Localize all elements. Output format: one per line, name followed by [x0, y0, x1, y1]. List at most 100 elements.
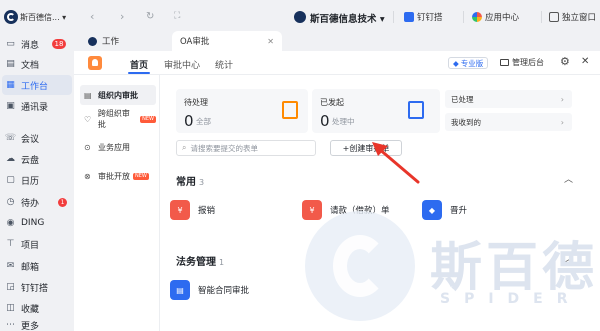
company-logo: [294, 11, 306, 23]
divider: [393, 11, 394, 23]
app-tab-statistics[interactable]: 统计: [215, 58, 233, 71]
forward-arrow-icon[interactable]: ›: [120, 11, 124, 22]
rail-item-workbench[interactable]: ▦ 工作台: [2, 75, 72, 95]
active-tab-indicator: [128, 72, 150, 74]
workbench-icon: ▦: [6, 80, 15, 90]
todo-badge: 1: [58, 198, 67, 207]
contract-icon: ▤: [170, 280, 190, 300]
search-icon: ⌕: [182, 143, 187, 152]
mail-icon: ✉: [6, 261, 15, 271]
form-search-input[interactable]: ⌕ 请搜索要提交的表单: [176, 140, 316, 156]
rail-item-docs[interactable]: ▤ 文档: [0, 54, 74, 74]
rail-item-cloud[interactable]: ☁ 云盘: [0, 149, 74, 169]
cloud-icon: ☁: [6, 154, 15, 164]
diamond-icon: ◆: [453, 58, 459, 68]
pending-count: 0: [184, 112, 194, 130]
divider: [463, 11, 464, 23]
company-title[interactable]: 斯百德信息技术 ▾: [310, 11, 385, 25]
dingda-icon: ◲: [6, 282, 15, 292]
favorite-icon: ◫: [6, 303, 15, 313]
document-icon: ▤: [84, 90, 92, 100]
pending-clock-icon: [282, 101, 298, 119]
org-name[interactable]: 斯百德信... ▾: [20, 12, 66, 23]
rail-item-favorite[interactable]: ◫ 收藏: [0, 298, 74, 318]
back-arrow-icon[interactable]: ‹: [90, 11, 94, 22]
processed-link[interactable]: 已处理 ›: [445, 90, 572, 108]
unread-badge: 18: [52, 39, 66, 49]
fullscreen-icon[interactable]: ⛶: [174, 11, 180, 22]
law-section-title: 法务管理 1: [176, 257, 225, 268]
monitor-icon: [500, 59, 509, 66]
window-button[interactable]: 独立窗口: [549, 11, 596, 23]
pending-card[interactable]: 待处理 0 全部: [176, 89, 308, 133]
common-section-title: 常用 3: [176, 177, 205, 188]
rail-item-project[interactable]: ⊤ 项目: [0, 234, 74, 254]
oa-approval-app: 首页 审批中心 统计 ◆ 专业版 管理后台 ⚙ ✕ ▤ 组织内审批 ♡ 跨组织审批 N…: [74, 51, 600, 331]
rail-item-meeting[interactable]: ☏ 会议: [0, 128, 74, 148]
initiated-sub: 处理中: [332, 117, 355, 126]
promotion-icon: ◆: [422, 200, 442, 220]
side-item-approval-open[interactable]: ⊗ 审批开放 NEW: [80, 166, 156, 186]
initiated-card[interactable]: 已发起 0 处理中: [312, 89, 440, 133]
tab-work[interactable]: 工作: [88, 31, 119, 51]
collapse-icon[interactable]: ︿: [564, 252, 573, 265]
org-logo[interactable]: [4, 10, 18, 24]
initiated-label: 已发起: [320, 98, 344, 107]
new-tag: NEW: [133, 172, 149, 180]
side-item-internal-approval[interactable]: ▤ 组织内审批: [80, 85, 156, 105]
approval-sidebar: ▤ 组织内审批 ♡ 跨组织审批 NEW ⊙ 业务应用 ⊗ 审批开放 NEW: [74, 75, 160, 331]
more-icon: ⋯: [6, 320, 15, 330]
new-tag: NEW: [140, 115, 156, 123]
left-rail: ▭ 消息 18 ▤ 文档 ▦ 工作台 ▣ 通讯录 ☏ 会议 ☁ 云盘 ▢ 日历 ◷ 待办 1 ◉…: [0, 34, 74, 331]
chevron-right-icon: ›: [560, 117, 564, 127]
pending-label: 待处理: [184, 98, 208, 107]
initiated-edit-icon: [408, 101, 424, 119]
title-bar: 斯百德信... ▾ ‹ › ↻ ⛶ 斯百德信息技术 ▾ 钉钉搭 应用中心 独立窗…: [0, 0, 600, 34]
app-tab-approval-center[interactable]: 审批中心: [164, 58, 200, 71]
approval-main: 待处理 0 全部 已发起 0 处理中 已处理 › 我收到的 › ⌕ 请搜索要提交的表…: [160, 75, 600, 331]
rail-item-messages[interactable]: ▭ 消息 18: [0, 34, 74, 54]
wallet-icon: ¥: [170, 200, 190, 220]
rail-item-calendar[interactable]: ▢ 日历: [0, 170, 74, 190]
gear-icon[interactable]: ⚙: [560, 55, 570, 68]
refresh-icon[interactable]: ↻: [146, 11, 154, 22]
project-icon: ⊤: [6, 239, 15, 249]
pro-edition-badge[interactable]: ◆ 专业版: [448, 57, 489, 69]
close-icon[interactable]: ✕: [581, 56, 589, 67]
todo-icon: ◷: [6, 197, 15, 207]
app-tile-promotion[interactable]: ◆ 晋升: [422, 200, 467, 220]
app-center-button[interactable]: 应用中心: [472, 11, 519, 23]
app-tile-smart-contract[interactable]: ▤ 智能合同审批: [170, 280, 249, 300]
annotation-arrow: [372, 142, 420, 184]
ding-icon: ◉: [6, 218, 15, 228]
approval-app-icon: [88, 56, 102, 70]
dingda-icon: [404, 12, 414, 22]
initiated-count: 0: [320, 112, 330, 130]
app-tab-home[interactable]: 首页: [130, 58, 148, 71]
heart-icon: ♡: [84, 114, 92, 124]
side-item-cross-org-approval[interactable]: ♡ 跨组织审批 NEW: [80, 109, 156, 129]
doc-icon: ▤: [6, 59, 15, 69]
app-center-icon: [472, 12, 482, 22]
rail-item-dingda[interactable]: ◲ 钉钉搭: [0, 277, 74, 297]
collapse-icon[interactable]: ︿: [564, 172, 573, 185]
received-link[interactable]: 我收到的 ›: [445, 113, 572, 131]
app-tile-reimbursement[interactable]: ¥ 报销: [170, 200, 215, 220]
rail-item-todo[interactable]: ◷ 待办 1: [0, 192, 74, 212]
admin-console-button[interactable]: 管理后台: [500, 57, 544, 68]
rail-item-contacts[interactable]: ▣ 通讯录: [0, 96, 74, 116]
meeting-icon: ☏: [4, 133, 17, 143]
message-icon: ▭: [6, 39, 15, 49]
close-tab-icon[interactable]: ✕: [267, 37, 274, 46]
rail-item-mail[interactable]: ✉ 邮箱: [0, 256, 74, 276]
apps-icon: ⊙: [84, 142, 91, 152]
calendar-icon: ▢: [6, 175, 15, 185]
tab-oa-approval[interactable]: OA审批 ✕: [172, 31, 282, 51]
tab-strip: 工作 OA审批 ✕: [74, 31, 600, 51]
rail-item-ding[interactable]: ◉ DING: [0, 213, 74, 233]
rail-item-more[interactable]: ⋯ 更多: [0, 319, 74, 331]
work-tab-icon: [88, 36, 97, 46]
app-tile-payment-request[interactable]: ¥ 请款（借款）单: [302, 200, 390, 220]
dingda-button[interactable]: 钉钉搭: [404, 11, 443, 23]
side-item-business-apps[interactable]: ⊙ 业务应用: [80, 137, 156, 157]
